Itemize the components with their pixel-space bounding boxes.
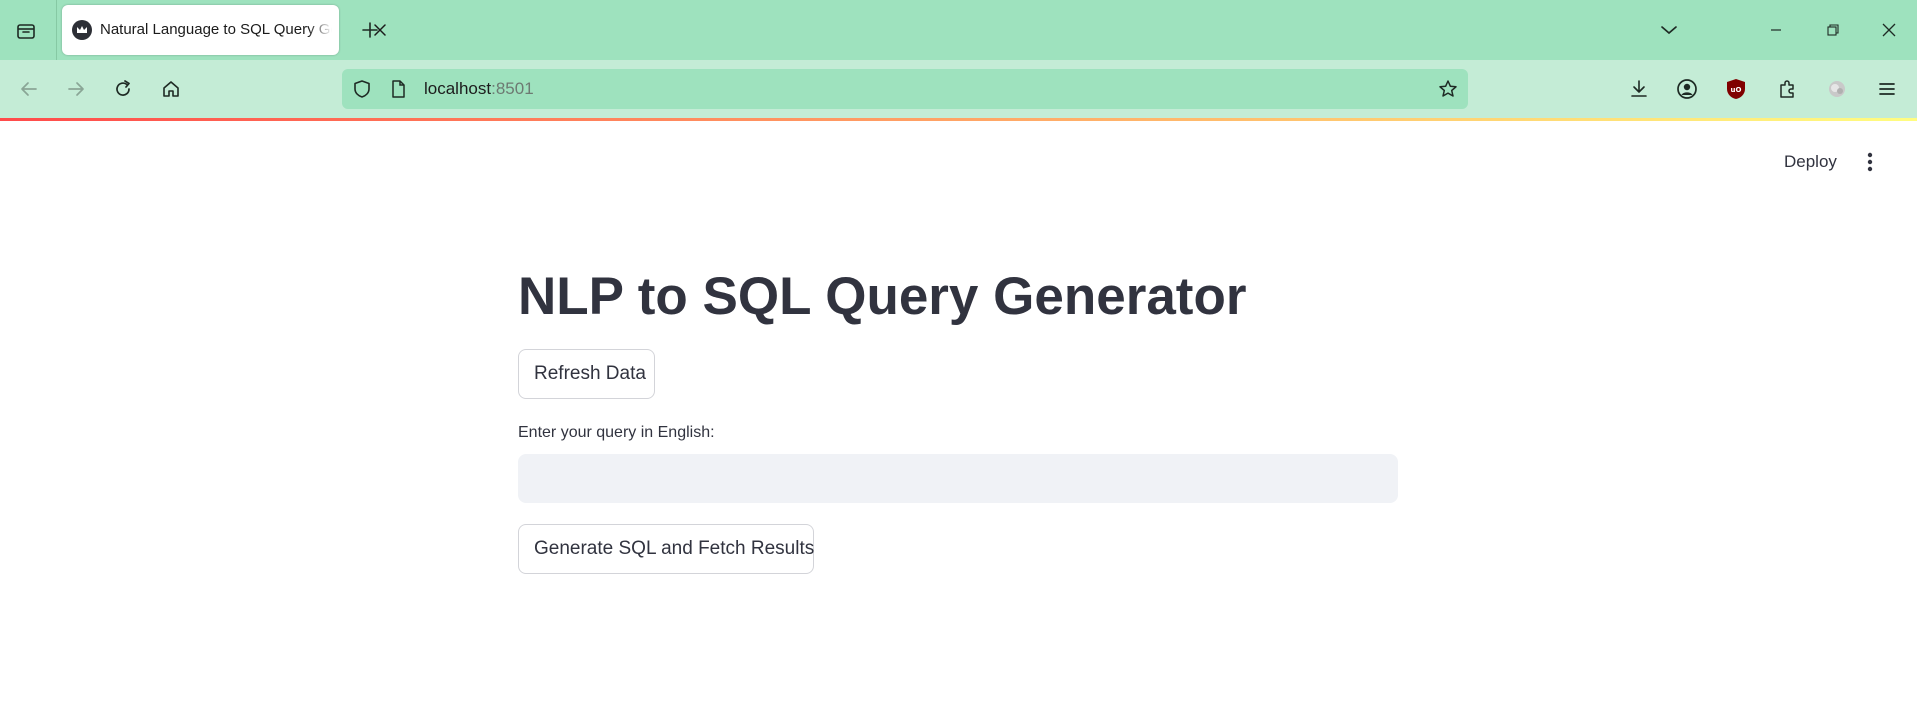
- tab-title: Natural Language to SQL Query Generator: [100, 19, 332, 41]
- ublock-icon[interactable]: uO: [1721, 74, 1751, 104]
- menu-icon[interactable]: [1872, 74, 1902, 104]
- restore-icon[interactable]: [1818, 15, 1848, 45]
- browser-tab-active[interactable]: Natural Language to SQL Query Generator: [62, 5, 386, 55]
- minimize-icon[interactable]: [1761, 15, 1791, 45]
- generate-sql-button[interactable]: Generate SQL and Fetch Results: [518, 524, 814, 574]
- url-host: localhost: [424, 79, 492, 98]
- extension-puzzle-icon[interactable]: [1822, 74, 1852, 104]
- shield-icon[interactable]: [352, 79, 372, 99]
- url-port: :8501: [491, 79, 534, 98]
- app-loading-decoration: [0, 118, 1917, 121]
- extensions-icon[interactable]: [1772, 74, 1802, 104]
- query-input-label: Enter your query in English:: [518, 424, 715, 441]
- svg-text:uO: uO: [1731, 86, 1742, 94]
- tab-separator: [56, 0, 57, 60]
- forward-arrow-icon[interactable]: [61, 74, 91, 104]
- back-arrow-icon[interactable]: [14, 74, 44, 104]
- main-menu-kebab-icon[interactable]: [1858, 148, 1882, 176]
- close-window-icon[interactable]: [1874, 15, 1904, 45]
- account-icon[interactable]: [1672, 74, 1702, 104]
- page-info-icon[interactable]: [388, 79, 408, 99]
- url-text[interactable]: localhost:8501: [424, 79, 534, 99]
- page-title: NLP to SQL Query Generator: [518, 267, 1247, 326]
- home-icon[interactable]: [156, 74, 186, 104]
- refresh-data-button[interactable]: Refresh Data: [518, 349, 655, 399]
- browser-tab-strip: Natural Language to SQL Query Generator: [0, 0, 1917, 60]
- streamlit-crown-icon: [72, 20, 92, 40]
- deploy-button[interactable]: Deploy: [1772, 148, 1849, 176]
- downloads-icon[interactable]: [1624, 74, 1654, 104]
- bookmark-star-icon[interactable]: [1438, 79, 1458, 99]
- query-input[interactable]: [518, 454, 1398, 503]
- reload-icon[interactable]: [108, 74, 138, 104]
- new-tab-plus-icon[interactable]: [355, 15, 385, 45]
- url-bar[interactable]: localhost:8501: [342, 69, 1468, 109]
- tab-title-text: Natural Language to SQL Query Generator: [100, 21, 332, 38]
- list-all-tabs-chevron-icon[interactable]: [1654, 15, 1684, 45]
- browser-nav-bar: localhost:8501 uO: [0, 60, 1917, 118]
- tab-overview-icon[interactable]: [10, 15, 42, 47]
